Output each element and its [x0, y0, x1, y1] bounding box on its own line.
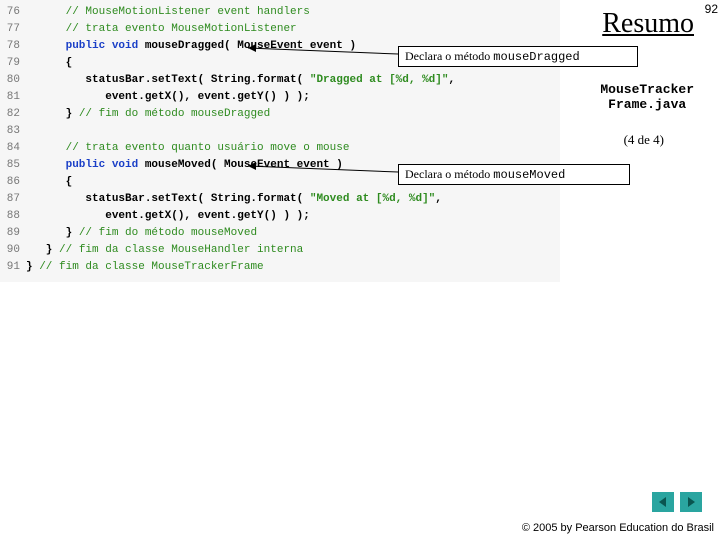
line-number: 87 — [0, 191, 26, 208]
line-number: 89 — [0, 225, 26, 242]
file-label: MouseTrackerFrame.java — [600, 82, 694, 112]
line-number: 81 — [0, 89, 26, 106]
line-number: 90 — [0, 242, 26, 259]
line-number: 80 — [0, 72, 26, 89]
line-number: 78 — [0, 38, 26, 55]
page-title: Resumo — [602, 8, 694, 40]
line-number: 86 — [0, 174, 26, 191]
line-number: 76 — [0, 4, 26, 21]
code-line — [26, 123, 560, 140]
line-number: 77 — [0, 21, 26, 38]
code-line: event.getX(), event.getY() ) ); — [26, 208, 560, 225]
line-number: 82 — [0, 106, 26, 123]
callout-mousedragged: Declara o método mouseDragged — [398, 46, 638, 67]
code-line: event.getX(), event.getY() ) ); — [26, 89, 560, 106]
callout-mousemoved: Declara o método mouseMoved — [398, 164, 630, 185]
code-comment: // trata evento quanto usuário move o mo… — [26, 140, 560, 157]
code-line: statusBar.setText( String.format( "Dragg… — [26, 72, 560, 89]
code-block: 76 // MouseMotionListener event handlers… — [0, 0, 560, 282]
line-number: 88 — [0, 208, 26, 225]
code-line: } // fim da classe MouseTrackerFrame — [26, 259, 560, 276]
pager-label: (4 de 4) — [624, 132, 664, 148]
next-button[interactable] — [680, 492, 702, 512]
prev-button[interactable] — [652, 492, 674, 512]
line-number: 79 — [0, 55, 26, 72]
line-number: 91 — [0, 259, 26, 276]
code-comment: // MouseMotionListener event handlers — [26, 4, 560, 21]
copyright-text: © 2005 by Pearson Education do Brasil — [522, 522, 714, 534]
line-number: 84 — [0, 140, 26, 157]
code-line: } // fim da classe MouseHandler interna — [26, 242, 560, 259]
nav-controls — [652, 492, 702, 512]
code-comment: // trata evento MouseMotionListener — [26, 21, 560, 38]
slide-number: 92 — [705, 2, 718, 16]
line-number: 85 — [0, 157, 26, 174]
code-line: } // fim do método mouseDragged — [26, 106, 560, 123]
code-line: statusBar.setText( String.format( "Moved… — [26, 191, 560, 208]
code-line: } // fim do método mouseMoved — [26, 225, 560, 242]
line-number: 83 — [0, 123, 26, 140]
